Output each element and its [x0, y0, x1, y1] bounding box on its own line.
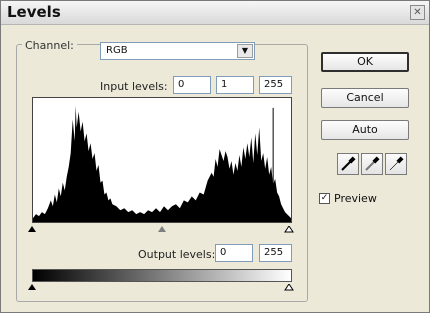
preview-label: Preview — [334, 192, 377, 205]
input-highlight-field[interactable]: 255 — [259, 76, 292, 94]
gray-point-eyedropper-icon[interactable] — [361, 153, 383, 175]
white-point-eyedropper-icon[interactable] — [385, 153, 407, 175]
input-midtone-field[interactable]: 1 — [216, 76, 254, 94]
histogram — [32, 97, 292, 223]
output-gradient-bar — [32, 269, 292, 282]
auto-button[interactable]: Auto — [321, 120, 409, 140]
input-levels-label: Input levels: — [100, 80, 168, 93]
output-shadow-handle[interactable] — [28, 284, 36, 290]
levels-dialog: Levels ✕ Channel: RGB ▼ Input levels: 0 … — [0, 0, 430, 313]
input-midtone-handle[interactable] — [158, 226, 166, 232]
title-bar: Levels ✕ — [1, 1, 429, 25]
output-highlight-field[interactable]: 255 — [259, 244, 292, 262]
dialog-title: Levels — [7, 3, 61, 21]
histogram-fill — [33, 105, 291, 222]
input-levels-slider[interactable] — [28, 226, 294, 234]
output-highlight-handle[interactable] — [284, 284, 294, 291]
channel-label: Channel: — [22, 39, 77, 52]
close-icon[interactable]: ✕ — [410, 5, 425, 20]
channel-select-value: RGB — [106, 45, 128, 56]
black-point-eyedropper-icon[interactable] — [337, 153, 359, 175]
ok-button[interactable]: OK — [321, 52, 409, 72]
chevron-down-icon[interactable]: ▼ — [237, 44, 253, 58]
input-highlight-handle[interactable] — [284, 226, 294, 233]
input-shadow-handle[interactable] — [28, 226, 36, 232]
input-shadow-field[interactable]: 0 — [173, 76, 211, 94]
cancel-button[interactable]: Cancel — [321, 88, 409, 108]
preview-checkbox[interactable]: ✓ — [319, 193, 330, 204]
channel-select[interactable]: RGB ▼ — [100, 42, 255, 60]
output-levels-label: Output levels: — [138, 248, 216, 261]
output-levels-slider[interactable] — [28, 284, 294, 292]
output-shadow-field[interactable]: 0 — [215, 244, 253, 262]
